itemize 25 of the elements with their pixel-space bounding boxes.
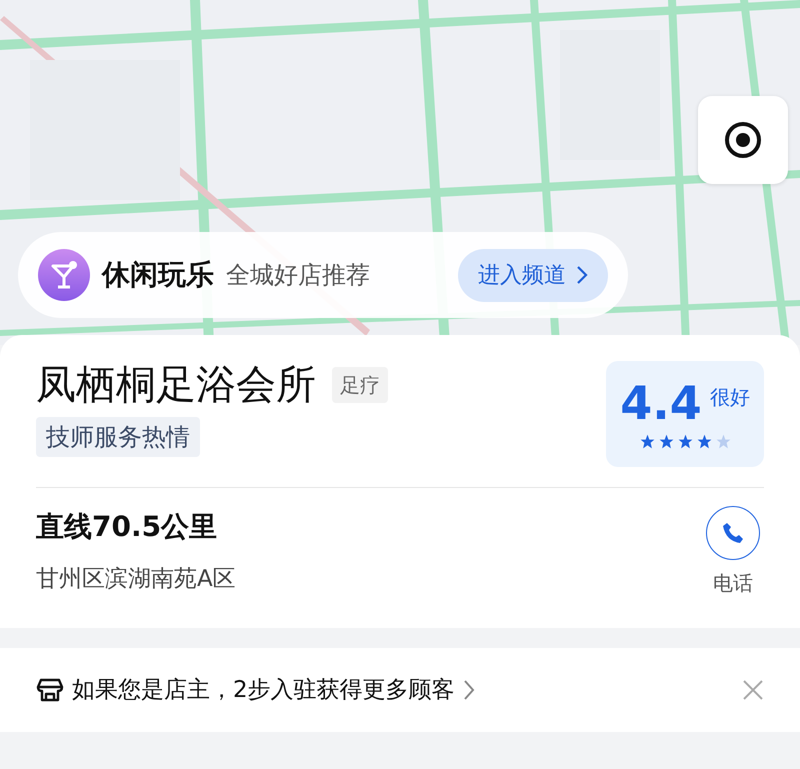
owner-prompt-link[interactable]: 如果您是店主，2步入驻获得更多顾客	[72, 672, 455, 708]
distance-text: 直线70.5公里	[36, 509, 218, 545]
locate-button[interactable]	[698, 96, 788, 184]
star-icon	[696, 434, 712, 448]
rating-label: 很好	[710, 384, 750, 410]
star-icon	[658, 434, 674, 448]
feature-tag: 技师服务热情	[36, 417, 200, 457]
star-icon	[716, 434, 730, 448]
chevron-icon	[576, 265, 588, 285]
shop-icon	[36, 676, 64, 704]
star-icon	[678, 434, 692, 448]
cocktail-icon	[38, 249, 90, 301]
enter-channel-button[interactable]: 进入频道	[458, 248, 608, 302]
phone-button[interactable]	[706, 506, 760, 560]
locate-icon	[723, 120, 763, 160]
phone-label: 电话	[713, 570, 753, 597]
chevron-icon	[462, 679, 475, 701]
promo-subtitle: 全城好店推荐	[226, 260, 370, 291]
phone-icon	[721, 521, 745, 545]
category-tag: 足疗	[332, 367, 388, 403]
rating-score: 4.4	[620, 380, 702, 426]
promo-title: 休闲玩乐	[102, 257, 214, 293]
shop-name: 凤栖桐足浴会所	[36, 361, 316, 409]
address-text: 甘州区滨湖南苑A区	[36, 565, 236, 594]
star-icon	[640, 434, 654, 448]
